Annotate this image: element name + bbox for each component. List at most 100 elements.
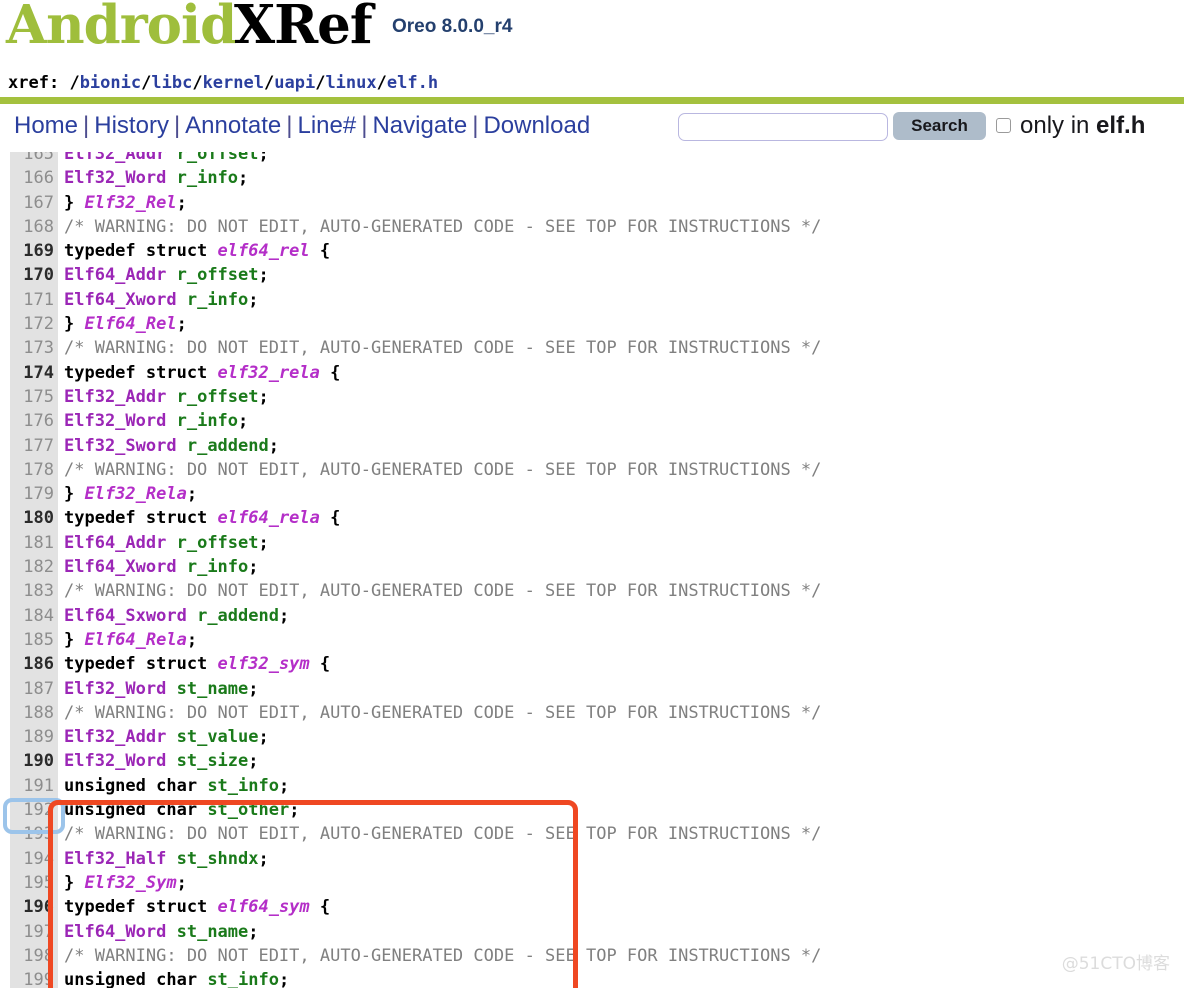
line-number[interactable]: 189 <box>10 725 54 749</box>
code-line: 190 Elf32_Word st_size; <box>0 749 1184 773</box>
search-button[interactable]: Search <box>893 112 986 140</box>
code-line: 188 /* WARNING: DO NOT EDIT, AUTO-GENERAT… <box>0 701 1184 725</box>
line-number[interactable]: 170 <box>10 263 54 287</box>
code-token-type[interactable]: Elf64_Sxword <box>64 606 187 626</box>
code-token-pun <box>177 436 187 456</box>
nav-item-download[interactable]: Download <box>483 112 590 139</box>
code-token-type[interactable]: Elf64_Word <box>64 922 166 942</box>
code-token-tag[interactable]: Elf32_Rel <box>84 193 176 213</box>
code-token-tag[interactable]: Elf64_Rela <box>84 630 186 650</box>
line-number[interactable]: 184 <box>10 604 54 628</box>
source-code-viewer[interactable]: 165 Elf32_Addr r_offset; 166 Elf32_Word r… <box>0 152 1184 988</box>
search-input[interactable] <box>678 113 888 141</box>
xref-path-link-uapi[interactable]: uapi <box>274 73 315 93</box>
line-number[interactable]: 174 <box>10 361 54 385</box>
line-number[interactable]: 188 <box>10 701 54 725</box>
line-number[interactable]: 193 <box>10 822 54 846</box>
line-number[interactable]: 187 <box>10 677 54 701</box>
code-token-tag[interactable]: elf32_rela <box>218 363 320 383</box>
line-number[interactable]: 195 <box>10 871 54 895</box>
code-token-type[interactable]: Elf64_Xword <box>64 557 177 577</box>
xref-path-link-kernel[interactable]: kernel <box>203 73 264 93</box>
code-line: 194 Elf32_Half st_shndx; <box>0 847 1184 871</box>
line-number[interactable]: 169 <box>10 239 54 263</box>
line-number[interactable]: 196 <box>10 895 54 919</box>
code-line: 191 unsigned char st_info; <box>0 774 1184 798</box>
code-token-tag[interactable]: elf64_sym <box>218 897 310 917</box>
nav-item-annotate[interactable]: Annotate <box>185 112 281 139</box>
line-number[interactable]: 165 <box>10 152 54 166</box>
code-token-type[interactable]: Elf32_Word <box>64 168 166 188</box>
code-token-var: r_offset <box>176 265 259 286</box>
code-token-tag[interactable]: elf32_sym <box>218 654 310 674</box>
line-number[interactable]: 194 <box>10 847 54 871</box>
line-number[interactable]: 181 <box>10 531 54 555</box>
code-token-type[interactable]: Elf32_Addr <box>64 387 166 407</box>
code-token-var: st_info <box>207 775 279 796</box>
code-token-type[interactable]: Elf64_Addr <box>64 265 166 285</box>
line-number[interactable]: 180 <box>10 506 54 530</box>
code-line: 176 Elf32_Word r_info; <box>0 409 1184 433</box>
code-token-type[interactable]: Elf64_Xword <box>64 290 177 310</box>
code-token-var: r_info <box>186 289 249 310</box>
line-number[interactable]: 178 <box>10 458 54 482</box>
xref-separator: / <box>192 73 203 93</box>
only-in-file-checkbox[interactable] <box>996 118 1011 133</box>
code-token-var: st_info <box>207 970 279 988</box>
line-number[interactable]: 175 <box>10 385 54 409</box>
line-number[interactable]: 198 <box>10 944 54 968</box>
code-token-tag[interactable]: elf64_rel <box>218 241 310 261</box>
code-token-type[interactable]: Elf32_Addr <box>64 727 166 747</box>
code-line: 197 Elf64_Word st_name; <box>0 920 1184 944</box>
line-number[interactable]: 172 <box>10 312 54 336</box>
line-number[interactable]: 173 <box>10 336 54 360</box>
nav-separator: | <box>361 112 368 139</box>
code-token-type[interactable]: Elf32_Word <box>64 679 166 699</box>
code-token-kw: typedef struct <box>64 508 218 529</box>
code-token-type[interactable]: Elf32_Word <box>64 411 166 431</box>
code-token-type[interactable]: Elf32_Half <box>64 849 166 869</box>
line-number[interactable]: 183 <box>10 579 54 603</box>
line-number[interactable]: 199 <box>10 968 54 988</box>
code-token-pun: ; <box>248 751 259 772</box>
xref-path-link-libc[interactable]: libc <box>151 73 192 93</box>
code-token-tag[interactable]: Elf32_Rela <box>84 484 186 504</box>
code-token-tag[interactable]: Elf64_Rel <box>84 314 176 334</box>
code-token-var: r_addend <box>197 605 279 626</box>
line-number[interactable]: 197 <box>10 920 54 944</box>
line-number[interactable]: 182 <box>10 555 54 579</box>
nav-item-history[interactable]: History <box>94 112 169 139</box>
xref-separator: / <box>69 73 80 93</box>
xref-path-link-linux[interactable]: linux <box>325 73 376 93</box>
code-line-content: unsigned char st_info; <box>64 774 289 798</box>
line-number[interactable]: 179 <box>10 482 54 506</box>
code-line: 179} Elf32_Rela; <box>0 482 1184 506</box>
code-token-type[interactable]: Elf32_Addr <box>64 152 166 164</box>
line-number[interactable]: 166 <box>10 166 54 190</box>
line-number[interactable]: 191 <box>10 774 54 798</box>
line-number[interactable]: 185 <box>10 628 54 652</box>
nav-item-navigate[interactable]: Navigate <box>372 112 467 139</box>
code-token-pun <box>166 727 176 747</box>
line-number[interactable]: 192 <box>10 798 54 822</box>
code-token-type[interactable]: Elf64_Addr <box>64 533 166 553</box>
code-token-tag[interactable]: elf64_rela <box>218 508 320 528</box>
line-number[interactable]: 171 <box>10 288 54 312</box>
nav-item-line[interactable]: Line# <box>298 112 357 139</box>
code-token-type[interactable]: Elf32_Sword <box>64 436 177 456</box>
line-number[interactable]: 168 <box>10 215 54 239</box>
code-line-content: } Elf64_Rela; <box>64 628 197 652</box>
xref-path-link-elf-h[interactable]: elf.h <box>387 73 438 93</box>
line-number[interactable]: 186 <box>10 652 54 676</box>
line-number[interactable]: 190 <box>10 749 54 773</box>
code-token-type[interactable]: Elf32_Word <box>64 751 166 771</box>
nav-item-home[interactable]: Home <box>14 112 78 139</box>
line-number[interactable]: 167 <box>10 191 54 215</box>
code-line-content: /* WARNING: DO NOT EDIT, AUTO-GENERATED … <box>64 944 821 968</box>
xref-path-link-bionic[interactable]: bionic <box>80 73 141 93</box>
code-token-cmt: /* WARNING: DO NOT EDIT, AUTO-GENERATED … <box>64 945 822 966</box>
code-token-tag[interactable]: Elf32_Sym <box>84 873 176 893</box>
code-line: 167} Elf32_Rel; <box>0 191 1184 215</box>
line-number[interactable]: 176 <box>10 409 54 433</box>
line-number[interactable]: 177 <box>10 434 54 458</box>
